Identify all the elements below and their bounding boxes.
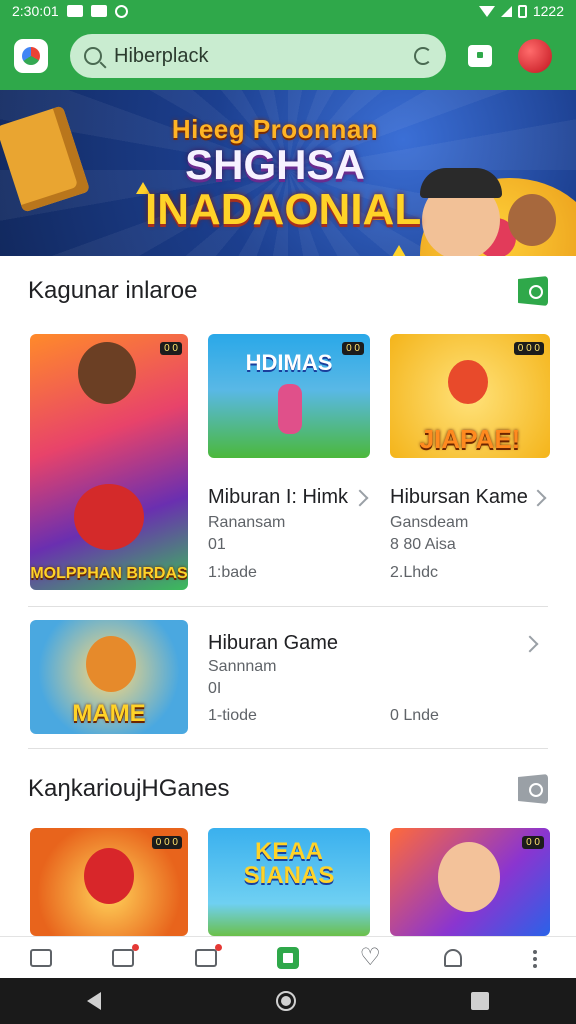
wishlist-heart-icon: ♡ — [359, 943, 382, 971]
featured-meta: 1-tiode — [208, 707, 257, 724]
bottom-navigation: ♡ — [0, 936, 576, 978]
nav-store[interactable] — [103, 938, 143, 978]
wifi-icon — [478, 5, 495, 17]
thumbnail-tag: 0 0 0 — [151, 836, 182, 849]
nav-notifications[interactable] — [433, 938, 473, 978]
store-icon — [112, 943, 140, 967]
game-count: 01 — [208, 536, 226, 553]
app-logo-icon[interactable] — [14, 39, 48, 73]
status-bar: 2:30:01 1222 — [0, 0, 576, 22]
featured-count: 0I — [208, 680, 222, 697]
featured-meta-right: 0 Lnde — [390, 707, 439, 724]
game-count: 8 80 Aisa — [390, 536, 456, 553]
thumbnail-label: MOLPPHAN BIRDAS — [30, 565, 188, 582]
banner-line-2: SHGHSA — [185, 141, 365, 188]
status-clock: 1222 — [532, 3, 564, 19]
search-icon[interactable] — [84, 47, 102, 65]
character-art — [278, 384, 302, 434]
open-arrow-icon[interactable] — [351, 489, 369, 507]
search-input[interactable] — [114, 44, 414, 68]
game-meta: 2.Lhdc — [390, 564, 439, 581]
divider — [28, 748, 548, 749]
banner-character-art — [420, 168, 502, 256]
more-icon — [532, 949, 537, 954]
app-logo-mark — [22, 47, 40, 65]
game-subtitle: Ranansam — [208, 514, 286, 531]
share-arrow-icon[interactable] — [521, 635, 539, 653]
battery-icon — [517, 4, 527, 18]
mic-icon[interactable] — [414, 47, 432, 65]
app-bar — [0, 22, 576, 90]
section-header: KaŋkarioujHGanes — [28, 774, 548, 804]
featured-subtitle: Sannnam — [208, 658, 277, 675]
search-bar[interactable] — [70, 34, 446, 78]
section-title: KaŋkarioujHGanes — [28, 775, 230, 802]
app-notification-icon — [90, 5, 107, 17]
section-more-icon[interactable] — [518, 774, 548, 804]
promo-banner[interactable]: Hieeg Proonnan SHGHSA INADAONIAL — [0, 90, 576, 256]
thumbnail-label: MAME — [72, 700, 146, 727]
thumbnail-tag: 0 0 — [522, 836, 544, 849]
nav-more[interactable] — [515, 938, 555, 978]
notification-box-icon[interactable] — [468, 45, 492, 67]
star-icon — [392, 245, 406, 256]
game-title[interactable]: Miburan I: Himk — [208, 486, 348, 509]
thumbnail-tag: 0 0 — [160, 342, 182, 355]
game-thumbnail[interactable]: 0 0 0 — [30, 828, 188, 936]
profile-avatar-icon[interactable] — [518, 39, 552, 73]
banner-line-1: Hieeg Proonnan — [171, 114, 379, 144]
image-notification-icon — [66, 5, 83, 17]
game-subtitle: Gansdeam — [390, 514, 469, 531]
signal-icon — [500, 5, 512, 17]
divider — [28, 606, 548, 607]
thumbnail-label: JIAPAE! — [419, 424, 521, 454]
thumbnail-tag: 0 0 0 — [513, 342, 544, 355]
thumbnail-label: HDIMAS — [245, 350, 333, 375]
banner-line-3: INADAONIAL — [145, 185, 422, 234]
game-meta: 1:bade — [208, 564, 257, 581]
featured-title[interactable]: Hiburan Game — [208, 632, 338, 655]
nav-wishlist[interactable]: ♡ — [350, 938, 390, 978]
home-circle-icon[interactable] — [275, 991, 296, 1011]
status-time: 2:30:01 — [12, 3, 59, 19]
sync-icon — [114, 4, 128, 18]
back-icon[interactable] — [87, 992, 102, 1010]
home-icon — [30, 948, 53, 967]
game-thumbnail[interactable]: 0 0 0 JIAPAE! — [390, 334, 550, 458]
featured-thumbnail[interactable]: MAME — [30, 620, 188, 734]
open-arrow-icon[interactable] — [529, 489, 547, 507]
game-thumbnail[interactable]: KEAA SIANAS — [208, 828, 370, 936]
section-header: Kagunar inlaroe — [28, 276, 548, 306]
character-art — [438, 842, 500, 912]
game-title[interactable]: Hibursan Kame — [390, 486, 528, 509]
game-thumbnail[interactable]: 0 0 MOLPPHAN BIRDAS — [30, 334, 188, 590]
character-art — [448, 360, 488, 404]
thumbnail-label: KEAA SIANAS — [243, 838, 335, 889]
character-art — [74, 484, 144, 550]
nav-library[interactable] — [186, 938, 226, 978]
character-art — [86, 636, 136, 692]
banner-character-art — [508, 194, 556, 246]
game-thumbnail[interactable]: 0 0 HDIMAS — [208, 334, 370, 458]
library-icon — [194, 943, 222, 967]
section-title: Kagunar inlaroe — [28, 277, 198, 304]
recents-icon[interactable] — [470, 992, 489, 1010]
system-navigation — [0, 978, 576, 1024]
character-art — [84, 848, 134, 904]
character-art — [78, 342, 136, 404]
banner-title: Hieeg Proonnan SHGHSA INADAONIAL — [145, 114, 422, 234]
games-icon — [276, 946, 299, 969]
section-more-icon[interactable] — [518, 276, 548, 306]
nav-home[interactable] — [21, 938, 61, 978]
game-thumbnail[interactable]: 0 0 — [390, 828, 550, 936]
nav-games[interactable] — [268, 938, 308, 978]
bell-icon — [443, 948, 462, 967]
